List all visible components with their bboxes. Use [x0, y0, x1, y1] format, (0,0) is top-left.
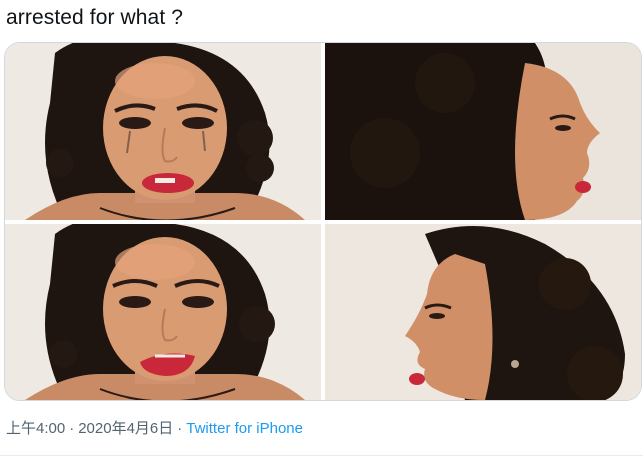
woman-profile-right-image [325, 43, 641, 220]
photo-2[interactable] [325, 43, 641, 220]
woman-front-snarl-image [5, 224, 321, 400]
meta-separator-2: · [177, 420, 183, 437]
tweet-source-link[interactable]: Twitter for iPhone [186, 420, 303, 437]
tweet-date[interactable]: 2020年4月6日 [78, 420, 173, 437]
meta-separator-1: · [69, 420, 75, 437]
photo-3[interactable] [5, 224, 321, 400]
photo-1[interactable] [5, 43, 321, 220]
tweet-text: arrested for what ? [6, 6, 183, 29]
tweet-meta: 上午4:00 · 2020年4月6日 · Twitter for iPhone [6, 419, 303, 439]
woman-profile-left-image [325, 224, 641, 400]
divider [0, 455, 643, 456]
tweet-time[interactable]: 上午4:00 [6, 420, 65, 437]
photo-4[interactable] [325, 224, 641, 400]
woman-front-lip-bite-image [5, 43, 321, 220]
media-grid [4, 42, 642, 401]
